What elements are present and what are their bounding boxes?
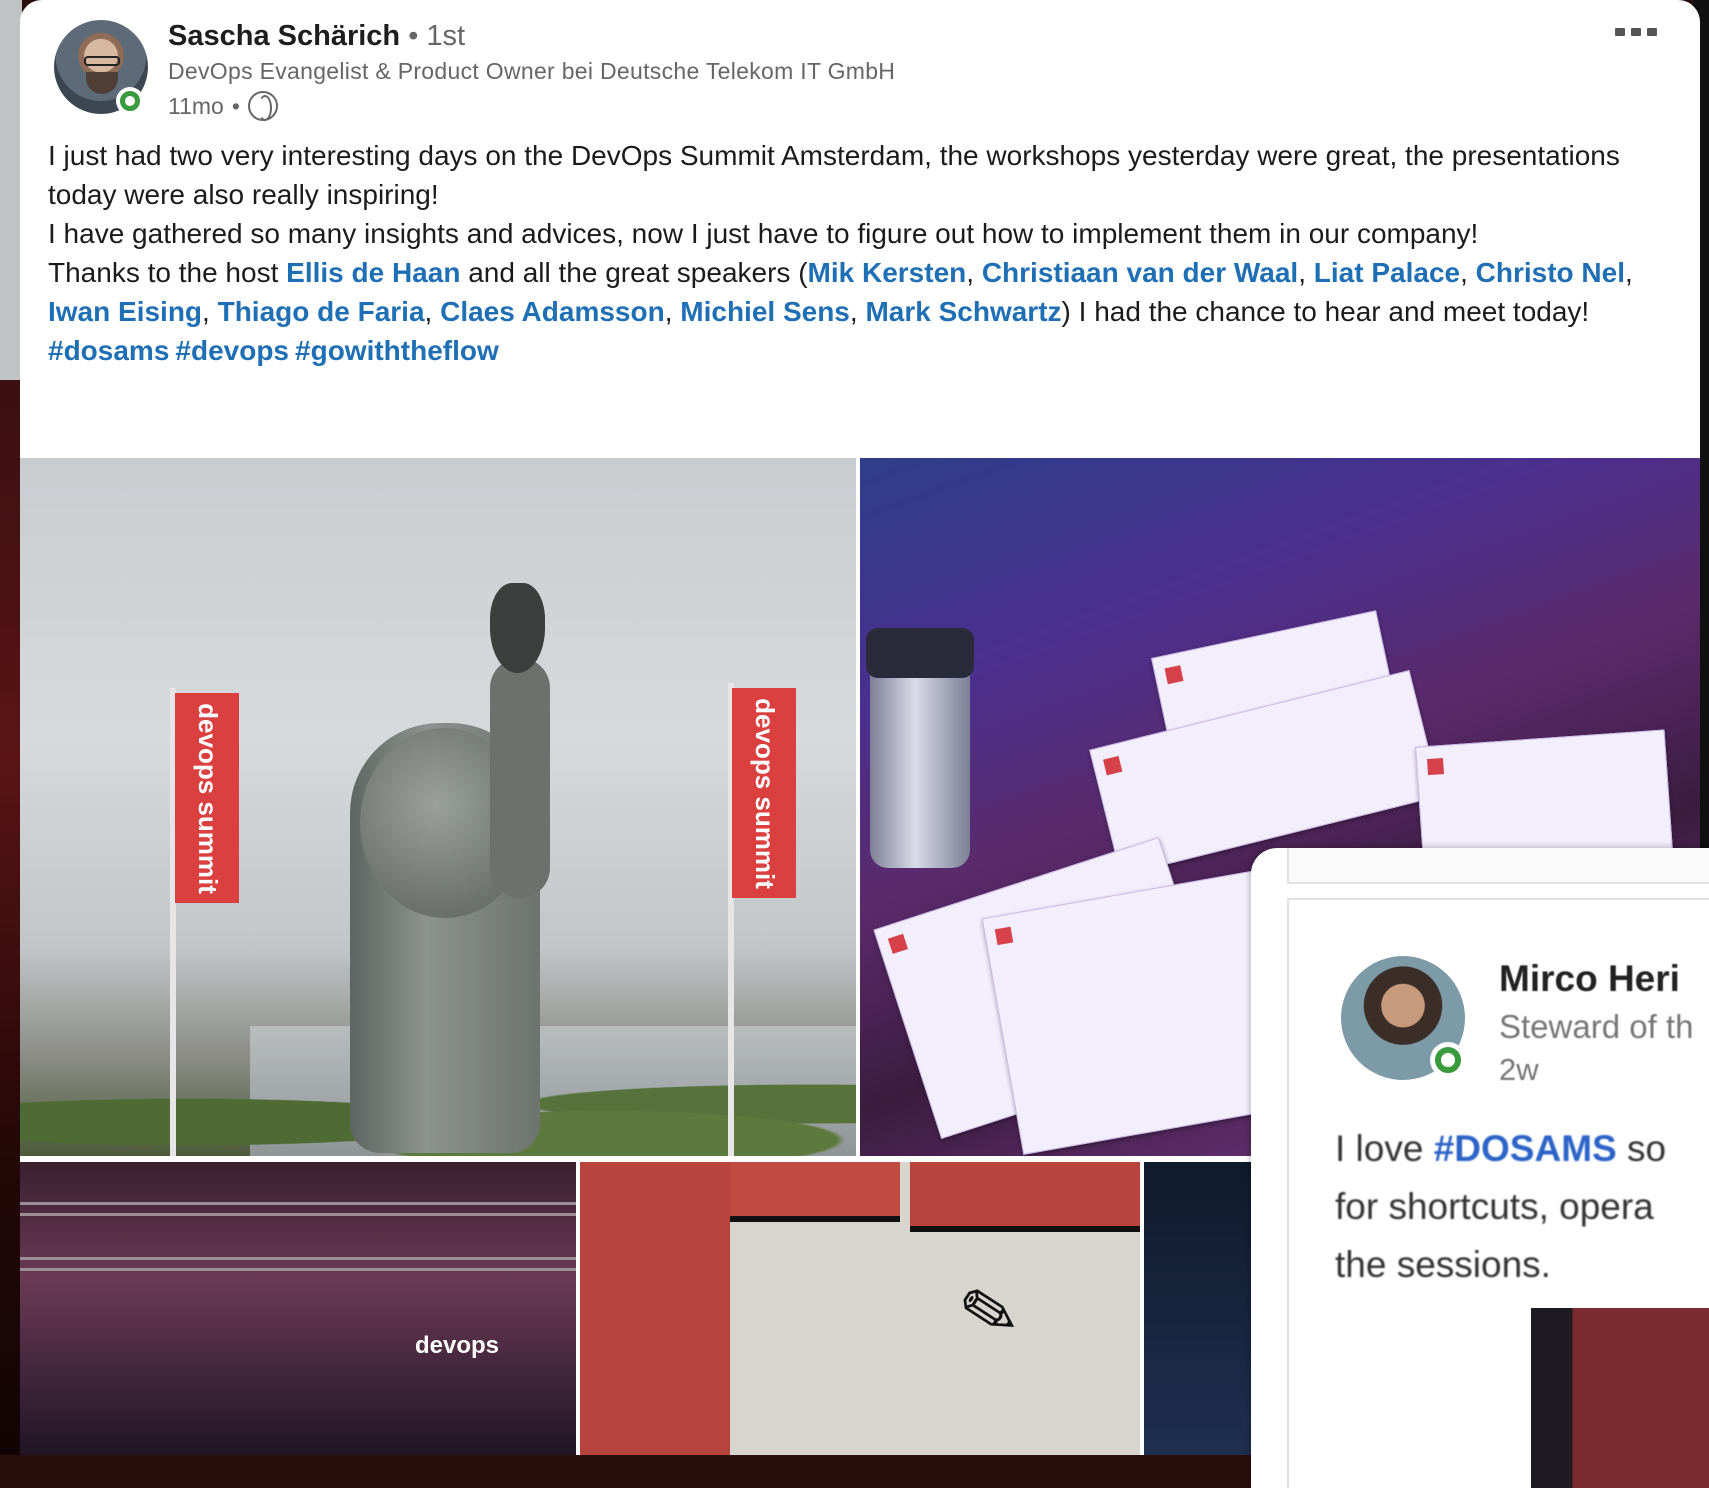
author-line: Sascha Schärich • 1st [168, 20, 465, 56]
mention-host[interactable]: Ellis de Haan [286, 257, 460, 288]
flag-left-text: devops summit [192, 702, 223, 894]
author-name[interactable]: Sascha Schärich [168, 20, 400, 52]
comma: , [664, 296, 681, 327]
overlay-author-name[interactable]: Mirco Heri [1499, 958, 1680, 1000]
graffiti-panel [910, 1162, 1140, 1232]
thanks-prefix: Thanks to the host [48, 257, 287, 288]
post-text: I just had two very interesting days on … [48, 136, 1688, 370]
bottle-cap [866, 628, 974, 678]
comma: , [849, 296, 866, 327]
graffiti-tag-icon: ✎ [952, 1266, 1027, 1360]
hashtags: #dosams #devops #gowiththeflow [48, 331, 1688, 370]
hashtag-link[interactable]: #gowiththeflow [295, 335, 499, 366]
author-headline: DevOps Evangelist & Product Owner bei De… [168, 58, 896, 84]
meta-separator: • [231, 92, 240, 119]
author-separator: • [408, 20, 419, 52]
connection-degree: 1st [426, 20, 466, 52]
hashtag-link[interactable]: #dosams [48, 335, 169, 366]
avatar-beard [86, 72, 118, 94]
overlay-post-time: 2w [1499, 1052, 1539, 1087]
mention-speaker[interactable]: Mik Kersten [808, 257, 967, 288]
overlay-post-text: I love #DOSAMS so for shortcuts, opera t… [1335, 1120, 1709, 1294]
comma: , [1298, 257, 1314, 288]
background-left [0, 380, 22, 1455]
stage-truss [20, 1257, 576, 1271]
overlay-post-preview[interactable]: Mirco Heri Steward of th 2w I love #DOSA… [1251, 848, 1709, 1488]
stage-truss [20, 1202, 576, 1216]
thanks-suffix: ) I had the chance to hear and meet toda… [1061, 296, 1590, 327]
overlay-online-icon [1430, 1042, 1466, 1078]
overlay-text-after: so [1616, 1128, 1667, 1169]
comma: , [1625, 257, 1633, 288]
online-status-icon [116, 87, 144, 115]
overlay-text-line-3: the sessions. [1335, 1244, 1551, 1285]
background-left-top [0, 0, 22, 380]
post-line-1: I just had two very interesting days on … [48, 140, 1620, 210]
mention-speaker[interactable]: Liat Palace [1314, 257, 1460, 288]
overlay-topbar [1287, 848, 1709, 884]
flag-right-text: devops summit [749, 697, 780, 889]
mention-speaker[interactable]: Michiel Sens [680, 296, 850, 327]
comma: , [202, 296, 218, 327]
globe-icon [247, 91, 278, 121]
mention-speaker[interactable]: Iwan Eising [48, 296, 202, 327]
hashtag-link[interactable]: #devops [175, 335, 289, 366]
photo-stage[interactable]: devops [20, 1162, 576, 1455]
overlay-photo[interactable] [1531, 1308, 1709, 1488]
speakers-intro: and all the great speakers ( [460, 257, 808, 288]
photo-statue[interactable]: devops summit devops summit [20, 458, 856, 1156]
mention-speaker[interactable]: Mark Schwartz [865, 296, 1061, 327]
comma: , [966, 257, 982, 288]
graffiti-panel [730, 1162, 900, 1222]
overlay-text-line-2: for shortcuts, opera [1335, 1186, 1654, 1227]
mention-speaker[interactable]: Christo Nel [1476, 257, 1625, 288]
graffiti-panel [580, 1162, 730, 1455]
post-time: 11mo [168, 92, 224, 119]
photo-graffiti[interactable]: ✎ [580, 1162, 1140, 1455]
post-line-3: Thanks to the host Ellis de Haan and all… [48, 253, 1688, 331]
overlay-text-line-1: I love #DOSAMS so [1335, 1120, 1709, 1178]
statue-arm [490, 658, 550, 898]
post-line-2: I have gathered so many insights and adv… [48, 218, 1479, 249]
post-meta: 11mo • [168, 91, 278, 121]
stage-logo: devops [415, 1332, 500, 1359]
comma: , [1460, 257, 1476, 288]
statue-torch [490, 583, 545, 673]
mention-speaker[interactable]: Christiaan van der Waal [982, 257, 1298, 288]
overlay-author-headline: Steward of th [1499, 1008, 1694, 1045]
avatar-glasses [84, 56, 120, 66]
mention-speaker[interactable]: Thiago de Faria [218, 296, 425, 327]
comma: , [424, 296, 441, 327]
mention-speaker[interactable]: Claes Adamsson [440, 296, 665, 327]
flag-left: devops summit [175, 693, 239, 903]
overlay-text-prefix: I love [1335, 1128, 1434, 1169]
flag-right: devops summit [732, 688, 796, 898]
more-options-icon[interactable] [1615, 20, 1663, 44]
overlay-hashtag[interactable]: #DOSAMS [1434, 1128, 1617, 1169]
